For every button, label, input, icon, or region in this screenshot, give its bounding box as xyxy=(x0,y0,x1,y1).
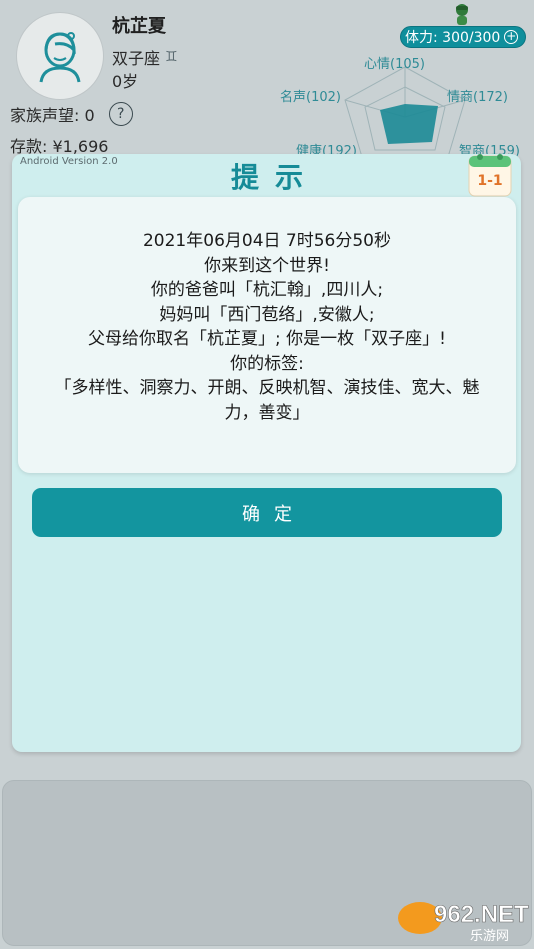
message-line: 妈妈叫「西门苞络」,安徽人; xyxy=(159,304,375,325)
svg-text:乐游网: 乐游网 xyxy=(470,929,509,944)
radar-label-fame: 名声(102) xyxy=(280,90,341,105)
message-line: 2021年06月04日 7时56分50秒 xyxy=(142,231,391,251)
gemini-icon: ♊ xyxy=(165,49,178,65)
radar-label-eq: 情商(172) xyxy=(447,90,508,105)
site-watermark: 962.NET 乐游网 xyxy=(398,901,529,944)
stamina-label: 体力: 300/300 xyxy=(405,30,501,46)
reputation-row: 家族声望: 0 ? xyxy=(10,102,133,126)
message-line: 你来到这个世界! xyxy=(204,255,330,276)
stamina-bar[interactable]: 体力: 300/300 + xyxy=(400,26,526,48)
zodiac-row: 双子座 ♊ xyxy=(112,45,178,69)
avatar[interactable] xyxy=(16,12,104,100)
player-name: 杭芷夏 xyxy=(112,16,166,37)
female-avatar-icon xyxy=(39,32,81,83)
confirm-button[interactable]: 确定 xyxy=(32,488,502,537)
player-age: 0岁 xyxy=(112,72,139,91)
reputation-label: 家族声望: 0 xyxy=(10,106,95,125)
calendar-icon: 1-1 xyxy=(468,154,512,197)
dialog-title: 提示 xyxy=(230,161,319,194)
add-stamina-icon[interactable]: + xyxy=(504,30,519,44)
message-line: 父母给你取名「杭芷夏」; 你是一枚「双子座」! xyxy=(88,329,446,349)
svg-text:962.NET: 962.NET xyxy=(434,901,529,928)
soldier-icon xyxy=(456,4,468,25)
message-line: 你的标签: xyxy=(230,353,304,374)
help-icon[interactable]: ? xyxy=(108,102,133,126)
radar-label-mood: 心情(105) xyxy=(364,57,425,72)
message-line: 「多样性、洞察力、开朗、反映机智、演技佳、宽大、魅 xyxy=(54,378,480,398)
zodiac-text: 双子座 xyxy=(112,49,161,68)
radar-area xyxy=(380,104,438,144)
message-text: 2021年06月04日 7时56分50秒 你来到这个世界! 你的爸爸叫「杭汇翰」… xyxy=(18,229,516,425)
message-line: 你的爸爸叫「杭汇翰」,四川人; xyxy=(150,280,384,300)
message-line: 力，善变」 xyxy=(224,402,310,423)
calendar-date: 1-1 xyxy=(477,173,502,189)
